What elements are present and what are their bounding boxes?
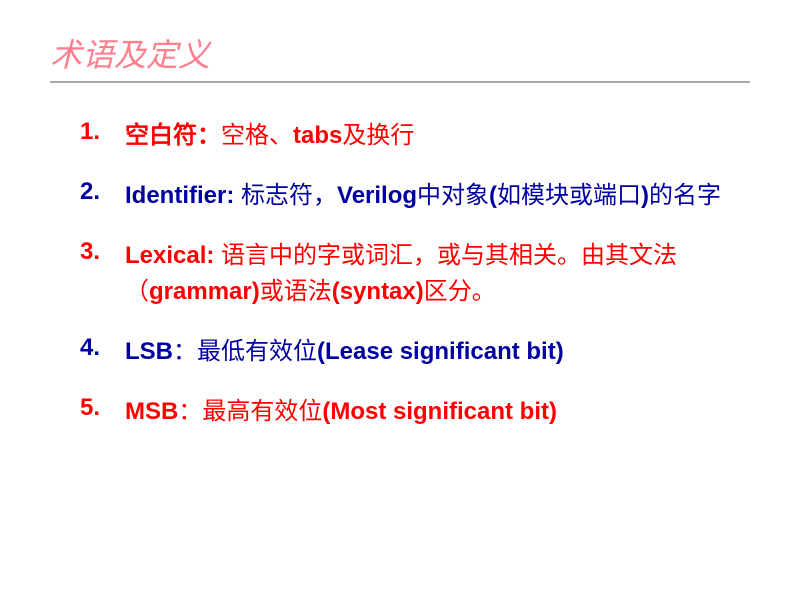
list-number: 1. xyxy=(80,118,125,146)
title-divider xyxy=(50,81,750,83)
list-number: 3. xyxy=(80,238,125,266)
list-content: Lexical: 语言中的字或词汇，或与其相关。由其文法（grammar)或语法… xyxy=(125,238,750,310)
list-item: 5. MSB：最高有效位(Most significant bit) xyxy=(80,394,750,430)
list-item: 3. Lexical: 语言中的字或词汇，或与其相关。由其文法（grammar)… xyxy=(80,238,750,310)
definition-list: 1. 空白符：空格、tabs及换行 2. Identifier: 标志符，Ver… xyxy=(50,118,750,430)
list-content: MSB：最高有效位(Most significant bit) xyxy=(125,394,557,430)
list-content: Identifier: 标志符，Verilog中对象(如模块或端口)的名字 xyxy=(125,178,721,214)
list-number: 5. xyxy=(80,394,125,422)
list-item: 1. 空白符：空格、tabs及换行 xyxy=(80,118,750,154)
list-item: 4. LSB：最低有效位(Lease significant bit) xyxy=(80,334,750,370)
list-number: 4. xyxy=(80,334,125,362)
list-content: 空白符：空格、tabs及换行 xyxy=(125,118,414,154)
list-content: LSB：最低有效位(Lease significant bit) xyxy=(125,334,564,370)
list-item: 2. Identifier: 标志符，Verilog中对象(如模块或端口)的名字 xyxy=(80,178,750,214)
page-title: 术语及定义 xyxy=(50,30,750,76)
list-number: 2. xyxy=(80,178,125,206)
